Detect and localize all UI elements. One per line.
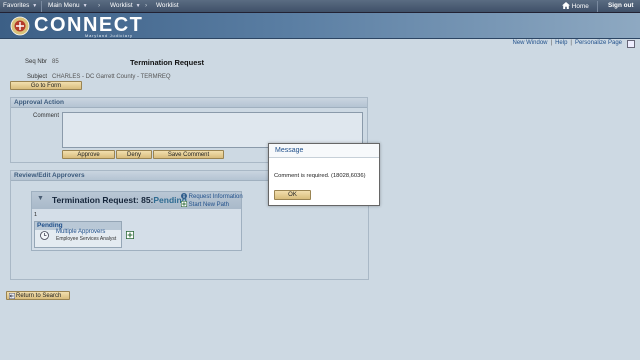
nav-divider — [597, 1, 598, 12]
home-label: Home — [571, 3, 589, 10]
return-to-search-label: Return to Search — [16, 293, 62, 299]
path-title-text: Termination Request: 85: — [52, 195, 154, 205]
return-to-search-button[interactable]: Return to Search — [6, 291, 70, 300]
top-nav-bar: Favorites ▼ Main Menu ▼ › Worklist ▼ › Work… — [0, 0, 640, 13]
search-return-icon — [9, 293, 15, 299]
ok-button[interactable]: OK — [274, 190, 311, 200]
home-icon — [562, 2, 570, 9]
seq-nbr-label: Seq Nbr — [25, 59, 48, 65]
start-new-path-label: Start New Path — [188, 202, 230, 208]
approve-button[interactable]: Approve — [62, 150, 115, 159]
breadcrumb-label: Worklist — [110, 2, 133, 9]
main-menu-label: Main Menu — [48, 2, 80, 9]
request-information-label: Request Information — [188, 194, 243, 200]
new-window-link[interactable]: New Window — [512, 40, 547, 46]
home-link[interactable]: Home — [562, 2, 589, 10]
request-information-link[interactable]: Request Information — [181, 193, 243, 200]
comment-label: Comment — [33, 113, 60, 119]
help-link[interactable]: Help — [555, 40, 567, 46]
sign-out-link[interactable]: Sign out — [608, 2, 634, 9]
go-to-form-button[interactable]: Go to Form — [10, 81, 82, 90]
breadcrumb-worklist[interactable]: Worklist — [156, 2, 179, 9]
chevron-down-icon: ▼ — [135, 3, 141, 9]
nav-divider — [41, 1, 42, 12]
step-number: 1 — [34, 212, 38, 218]
approval-path-title: Termination Request: 85:Pending — [52, 195, 187, 205]
start-new-path-link[interactable]: Start New Path — [181, 201, 229, 208]
main-menu[interactable]: Main Menu ▼ — [48, 2, 88, 9]
utility-links: New Window | Help | Personalize Page — [512, 40, 622, 46]
chevron-down-icon: ▼ — [82, 3, 88, 9]
add-approver-icon[interactable] — [126, 231, 134, 239]
favorites-label: Favorites — [3, 2, 30, 9]
approval-action-heading: Approval Action — [11, 98, 367, 108]
personalize-page-link[interactable]: Personalize Page — [575, 40, 622, 46]
clock-icon — [40, 231, 49, 240]
approver-name-link[interactable]: Multiple Approvers — [56, 229, 105, 235]
message-text: Comment is required. (18028,6036) — [274, 173, 366, 179]
save-comment-button[interactable]: Save Comment — [153, 150, 224, 159]
subject-label: Subject — [27, 74, 48, 80]
maryland-seal-logo — [10, 16, 30, 36]
link-divider: | — [570, 40, 572, 46]
deny-button[interactable]: Deny — [116, 150, 152, 159]
collapse-triangle-icon[interactable]: ▼ — [37, 195, 44, 202]
seq-nbr-value: 85 — [52, 59, 59, 65]
breadcrumb-separator-icon: › — [145, 2, 148, 9]
subject-value: CHARLES - DC Garrett County - TERMREQ — [52, 74, 171, 80]
chevron-down-icon: ▼ — [32, 3, 38, 9]
brand-subtitle: Maryland Judiciary — [85, 33, 133, 38]
page-options-icon[interactable] — [627, 40, 635, 48]
breadcrumb-worklist-menu[interactable]: Worklist ▼ — [110, 2, 141, 9]
message-dialog-title: Message — [269, 144, 379, 158]
add-icon — [181, 201, 188, 208]
page-title: Termination Request — [130, 58, 205, 67]
info-icon — [181, 193, 187, 199]
breadcrumb-separator-icon: › — [98, 2, 101, 9]
link-divider: | — [550, 40, 553, 46]
favorites-menu[interactable]: Favorites ▼ — [3, 2, 37, 9]
approver-role: Employee Services Analyst — [56, 236, 117, 242]
